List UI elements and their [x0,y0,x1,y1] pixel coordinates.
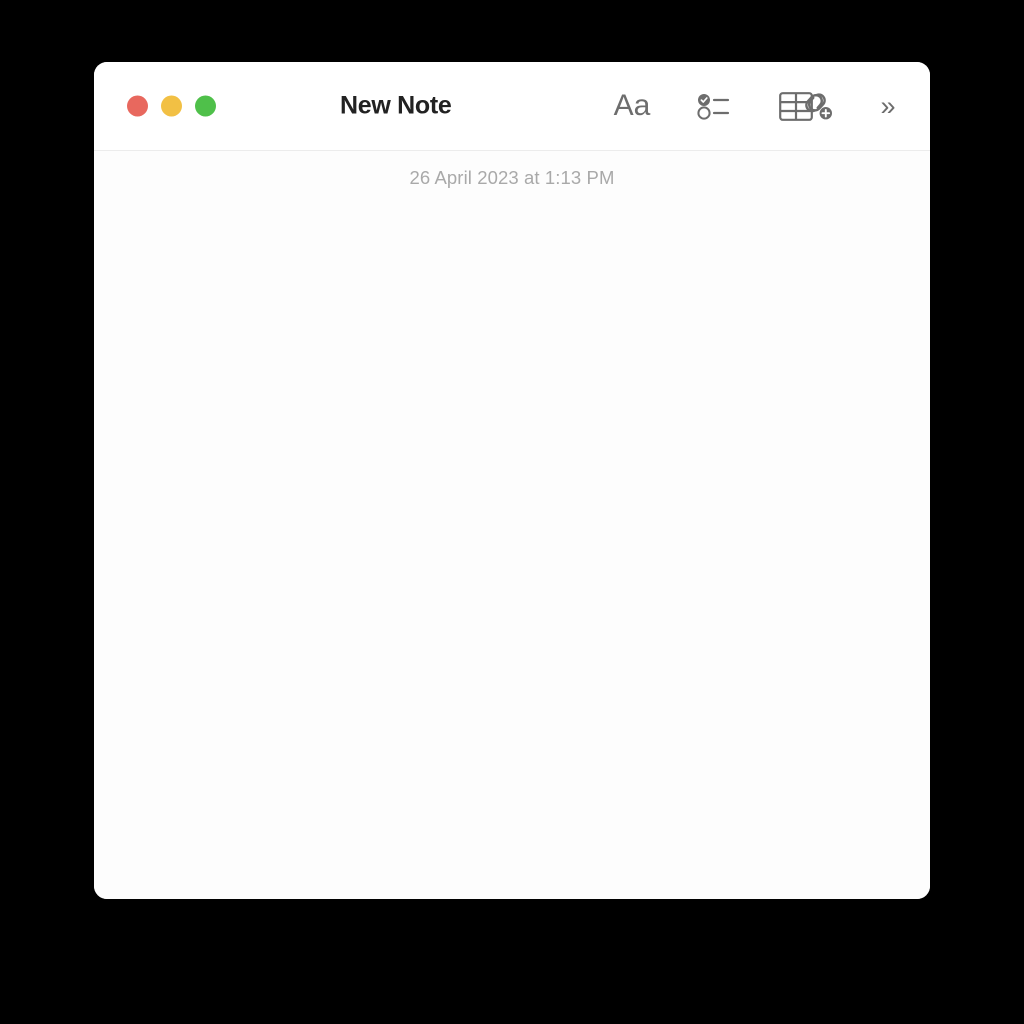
note-body[interactable]: 26 April 2023 at 1:13 PM [94,151,930,899]
window-titlebar[interactable]: New Note Aa [94,62,930,151]
minimize-button[interactable] [161,96,182,117]
checklist-icon [697,91,731,121]
note-date: 26 April 2023 at 1:13 PM [94,151,930,189]
link-plus-icon [797,89,835,123]
toolbar-right-group: » [794,86,910,126]
note-window: New Note Aa [94,62,930,899]
format-button[interactable]: Aa [610,86,654,126]
close-button[interactable] [127,96,148,117]
note-editor[interactable] [94,189,930,789]
window-title: New Note [340,92,452,121]
toolbar-main-group: Aa [610,86,818,126]
chevron-double-right-icon: » [880,93,895,120]
format-icon: Aa [614,91,651,121]
checklist-button[interactable] [692,86,736,126]
add-link-button[interactable] [794,86,838,126]
traffic-light-group [127,96,216,117]
zoom-button[interactable] [195,96,216,117]
more-toolbar-items-button[interactable]: » [866,86,910,126]
